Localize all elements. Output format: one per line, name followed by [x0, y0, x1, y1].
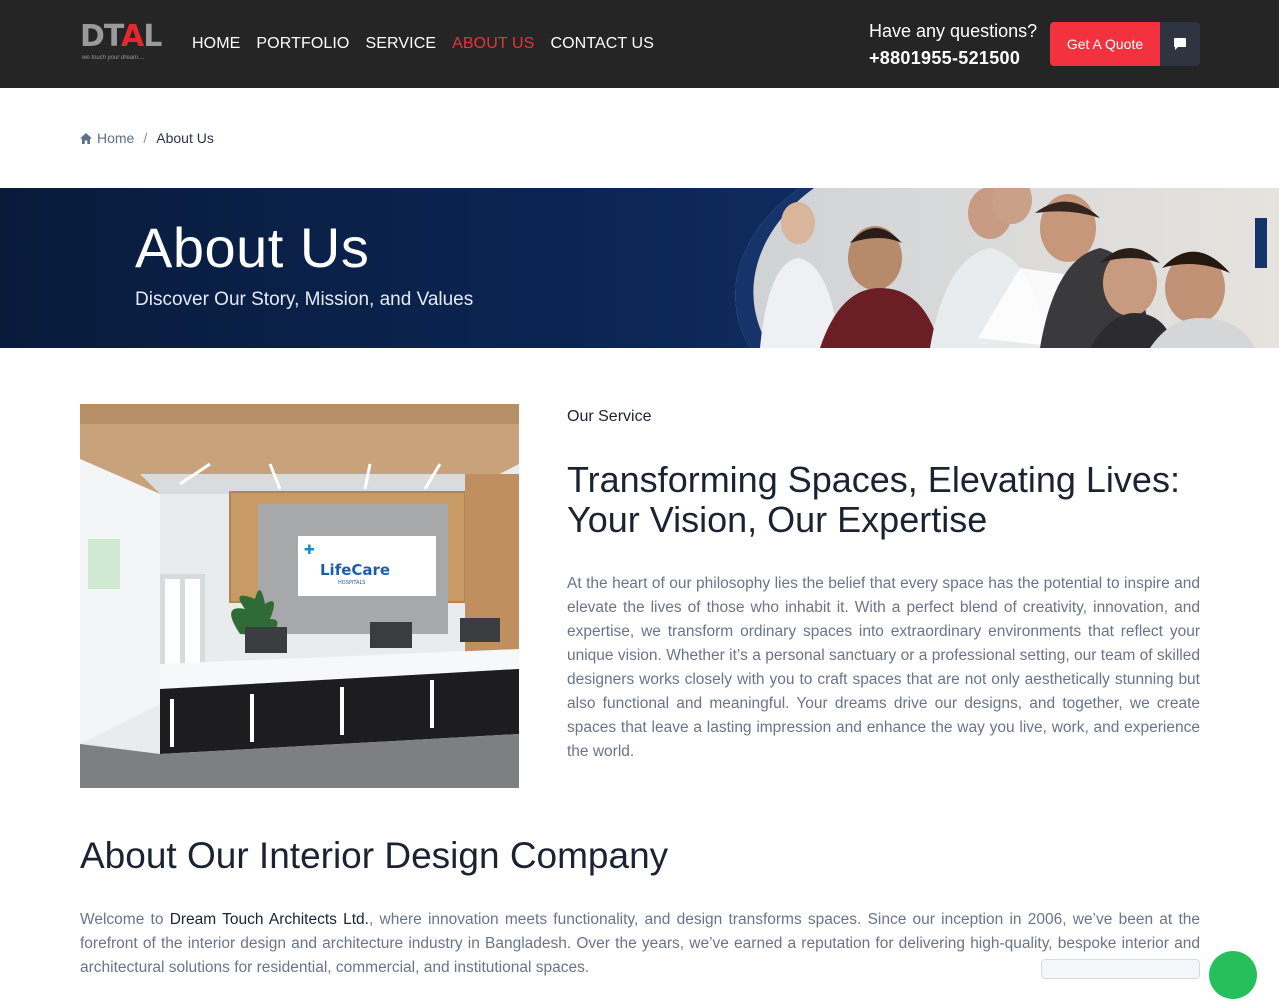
service-headline: Transforming Spaces, Elevating Lives: Yo… — [567, 459, 1180, 540]
nav-portfolio[interactable]: PORTFOLIO — [256, 34, 349, 54]
breadcrumb-separator: / — [143, 130, 148, 146]
nav-contact-us[interactable]: CONTACT US — [550, 34, 654, 54]
reception-interior-image: ✚ LifeCare HOSPITALS — [80, 404, 519, 788]
banner-subtitle: Discover Our Story, Mission, and Values — [135, 289, 474, 310]
logo-tagline: we touch your dream.... — [82, 55, 145, 61]
sign-cross-icon: ✚ — [304, 543, 315, 558]
page-banner: About Us Discover Our Story, Mission, an… — [0, 188, 1279, 348]
breadcrumb-home-link[interactable]: Home — [80, 129, 134, 147]
about-section-title: About Our Interior Design Company — [80, 835, 669, 876]
breadcrumb-home-label: Home — [97, 130, 135, 146]
section-eyebrow: Our Service — [567, 408, 652, 425]
site-header: DTAL we touch your dream.... HOME PORTFO… — [0, 0, 1279, 88]
about-welcome-paragraph: Welcome to Dream Touch Architects Ltd., … — [80, 908, 1200, 980]
nav-home[interactable]: HOME — [192, 34, 240, 54]
lifecare-sign: LifeCare — [320, 561, 390, 579]
team-photo — [735, 188, 1279, 348]
main-nav: HOME PORTFOLIO SERVICE ABOUT US CONTACT … — [192, 34, 654, 54]
logo-wordmark: DTAL — [80, 19, 162, 54]
nav-about-us[interactable]: ABOUT US — [452, 34, 534, 54]
company-name: Dream Touch Architects Ltd. — [169, 911, 369, 928]
home-icon — [80, 132, 92, 144]
nav-service[interactable]: SERVICE — [365, 34, 436, 54]
site-logo[interactable]: DTAL we touch your dream.... — [80, 19, 162, 66]
questions-label: Have any questions? — [869, 21, 1038, 41]
floating-chat-widget[interactable] — [1041, 959, 1200, 979]
service-paragraph: At the heart of our philosophy lies the … — [567, 575, 1200, 760]
lifecare-sign-sub: HOSPITALS — [338, 580, 365, 586]
chat-bubble-icon — [1174, 38, 1186, 50]
get-a-quote-button[interactable]: Get A Quote — [1050, 22, 1160, 66]
banner-title: About Us — [135, 216, 370, 279]
welcome-prefix: Welcome to — [80, 911, 170, 928]
breadcrumb-current: About Us — [156, 130, 214, 146]
whatsapp-icon[interactable] — [1209, 951, 1257, 999]
breadcrumb: Home / About Us — [80, 129, 214, 147]
chat-button[interactable] — [1160, 22, 1200, 66]
phone-number[interactable]: +8801955-521500 — [869, 46, 1020, 70]
